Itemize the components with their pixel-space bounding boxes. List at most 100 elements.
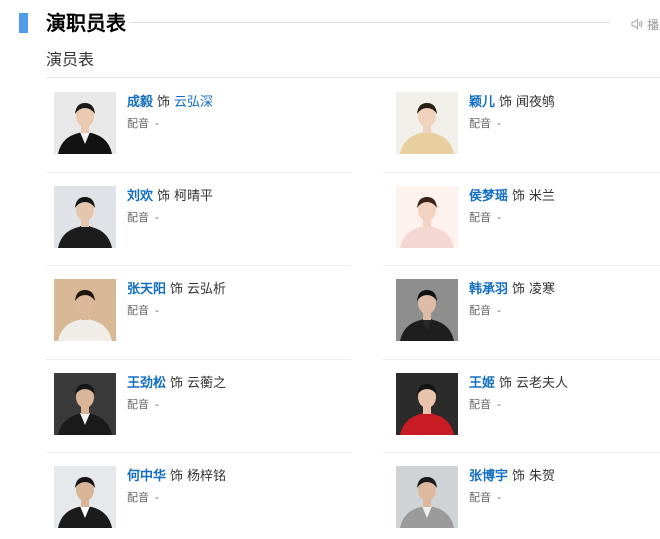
as-label: 饰 [157, 95, 171, 110]
cast-row: 刘欢饰柯晴平 配音 - 侯梦瑶饰米兰 配音 - [46, 173, 660, 266]
audio-button[interactable]: 播 [631, 15, 659, 33]
cast-card: 侯梦瑶饰米兰配音 - [396, 185, 660, 250]
actor-name-link[interactable]: 王姬 [469, 376, 495, 391]
cast-line: 颖儿饰闻夜鸲 [469, 93, 555, 113]
dubbing-line: 配音 - [127, 302, 226, 320]
dubbing-value: - [497, 304, 501, 317]
dubbing-value: - [497, 117, 501, 130]
role-name: 柯晴平 [174, 188, 214, 204]
dubbing-label: 配音 [469, 210, 491, 224]
cast-line: 张天阳饰云弘析 [127, 280, 226, 300]
actor-name-link[interactable]: 韩承羽 [469, 282, 508, 297]
actor-photo[interactable] [54, 466, 116, 528]
role-name: 米兰 [529, 188, 556, 204]
cast-line: 何中华饰杨梓铭 [127, 467, 226, 487]
cast-line: 王劲松饰云蘅之 [127, 374, 226, 394]
cast-info: 刘欢饰柯晴平 配音 - [127, 187, 213, 227]
cast-info: 成毅饰云弘深 配音 - [127, 93, 213, 133]
as-label: 饰 [499, 95, 513, 110]
cast-row: 何中华饰杨梓铭 配音 - 张博宇饰朱贺 配音 - [46, 453, 660, 539]
cast-info: 王劲松饰云蘅之 配音 - [127, 374, 226, 414]
cast-line: 张博宇饰朱贺 [469, 467, 555, 487]
dubbing-line: 配音 - [469, 209, 555, 227]
dubbing-label: 配音 [469, 397, 491, 411]
cast-row: 成毅饰云弘深 配音 - 颖儿饰闻夜鸲 配音 - [46, 79, 660, 173]
dubbing-value: - [497, 397, 501, 411]
header-divider [130, 22, 610, 23]
dubbing-label: 配音 [469, 117, 491, 130]
dubbing-line: 配音 - [127, 209, 213, 227]
actor-name-link[interactable]: 王劲松 [127, 376, 166, 391]
dubbing-value: - [155, 397, 159, 411]
dubbing-line: 配音 - [469, 396, 568, 414]
dubbing-label: 配音 [127, 304, 149, 317]
cast-card: 张博宇饰朱贺 配音 - [396, 466, 660, 530]
actor-photo[interactable] [54, 185, 116, 248]
role-name: 云蘅之 [187, 375, 227, 391]
actor-photo[interactable] [54, 279, 116, 341]
header-accent-bar [19, 13, 28, 33]
dubbing-label: 配音 [469, 304, 491, 317]
actor-photo[interactable] [396, 279, 458, 341]
cast-line: 韩承羽饰凌寒 [469, 280, 555, 300]
audio-label: 播 [647, 17, 660, 32]
actor-photo[interactable] [396, 92, 458, 154]
actor-name-link[interactable]: 成毅 [127, 95, 153, 110]
actor-name-link[interactable]: 侯梦瑶 [469, 189, 508, 204]
cast-card: 颖儿饰闻夜鸲 配音 - [396, 92, 660, 156]
cast-grid: 成毅饰云弘深 配音 - 颖儿饰闻夜鸲 配音 - 刘欢饰柯晴平 配音 - 侯梦瑶饰米兰 配音 - 张天阳饰… [46, 79, 660, 539]
cast-row: 张天阳饰云弘析 配音 - 韩承羽饰凌寒 配音 - [46, 266, 660, 360]
actor-photo[interactable] [54, 92, 116, 154]
page-title: 演职员表 [46, 11, 126, 35]
dubbing-value: - [155, 210, 159, 224]
cast-card: 刘欢饰柯晴平 配音 - [54, 185, 354, 250]
speaker-icon [631, 18, 644, 30]
cast-subtitle: 演员表 [46, 50, 95, 69]
actor-photo[interactable] [54, 372, 116, 435]
section-header: 演职员表 播 [0, 8, 660, 40]
cast-card: 王劲松饰云蘅之 配音 - [54, 372, 354, 437]
actor-name-link[interactable]: 张天阳 [127, 282, 166, 297]
dubbing-value: - [155, 117, 159, 130]
dubbing-line: 配音 - [127, 489, 226, 507]
cast-info: 张博宇饰朱贺 配音 - [469, 467, 555, 507]
subtitle-divider [46, 77, 660, 78]
actor-photo[interactable] [396, 185, 458, 248]
dubbing-line: 配音 - [127, 396, 226, 414]
actor-photo[interactable] [396, 372, 458, 435]
actor-photo[interactable] [396, 466, 458, 528]
as-label: 饰 [512, 188, 526, 204]
cast-line: 成毅饰云弘深 [127, 93, 213, 113]
dubbing-label: 配音 [127, 491, 149, 504]
as-label: 饰 [170, 375, 184, 391]
cast-info: 颖儿饰闻夜鸲 配音 - [469, 93, 555, 133]
dubbing-label: 配音 [469, 491, 491, 504]
role-name: 杨梓铭 [187, 469, 227, 484]
dubbing-line: 配音 - [469, 489, 555, 507]
cast-info: 王姬饰云老夫人 配音 - [469, 374, 568, 414]
as-label: 饰 [170, 469, 184, 484]
cast-info: 韩承羽饰凌寒 配音 - [469, 280, 555, 320]
actor-name-link[interactable]: 何中华 [127, 469, 166, 484]
as-label: 饰 [170, 282, 184, 297]
actor-name-link[interactable]: 刘欢 [127, 189, 153, 204]
cast-card: 何中华饰杨梓铭 配音 - [54, 466, 354, 530]
dubbing-value: - [155, 304, 159, 317]
cast-line: 刘欢饰柯晴平 [127, 187, 213, 207]
cast-row: 王劲松饰云蘅之 配音 - 王姬饰云老夫人 配音 - [46, 360, 660, 453]
cast-info: 张天阳饰云弘析 配音 - [127, 280, 226, 320]
dubbing-line: 配音 - [469, 115, 555, 133]
actor-name-link[interactable]: 张博宇 [469, 469, 508, 484]
cast-card: 成毅饰云弘深 配音 - [54, 92, 354, 156]
as-label: 饰 [512, 282, 526, 297]
cast-line: 王姬饰云老夫人 [469, 374, 568, 394]
cast-info: 何中华饰杨梓铭 配音 - [127, 467, 226, 507]
role-name[interactable]: 云弘深 [174, 95, 213, 110]
dubbing-value: - [497, 210, 501, 224]
dubbing-line: 配音 - [469, 302, 555, 320]
cast-card: 韩承羽饰凌寒 配音 - [396, 279, 660, 343]
dubbing-line: 配音 - [127, 115, 213, 133]
dubbing-value: - [155, 491, 159, 504]
actor-name-link[interactable]: 颖儿 [469, 95, 495, 110]
dubbing-label: 配音 [127, 397, 149, 411]
